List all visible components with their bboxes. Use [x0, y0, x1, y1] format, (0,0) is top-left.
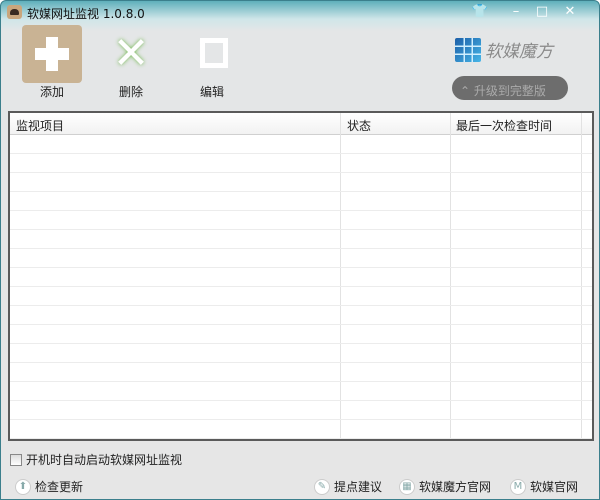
table-row	[10, 287, 592, 306]
feedback-link[interactable]: ✎ 提点建议	[314, 478, 382, 495]
cube-logo-icon	[455, 37, 481, 62]
table-row	[10, 420, 592, 439]
brand-logo[interactable]: 软媒魔方	[455, 37, 553, 62]
table-row	[10, 135, 592, 154]
minimize-button[interactable]: –	[505, 3, 527, 21]
chevron-up-icon: ⌃	[460, 84, 471, 98]
table-row	[10, 173, 592, 192]
pen-icon: ✎	[314, 478, 330, 495]
checkbox-box[interactable]	[10, 453, 22, 466]
mofang-site-link[interactable]: ▦ 软媒魔方官网	[399, 478, 491, 495]
edit-icon	[182, 25, 242, 83]
grid-icon: ▦	[399, 478, 415, 495]
plus-icon	[22, 25, 82, 83]
ruanmei-site-link[interactable]: M 软媒官网	[510, 478, 578, 495]
column-header-last-check[interactable]: 最后一次检查时间	[456, 117, 552, 134]
close-button[interactable]: ✕	[559, 3, 581, 21]
table-row	[10, 211, 592, 230]
table-row	[10, 344, 592, 363]
app-window: 软媒网址监视 1.0.8.0 👕 – □ ✕ 添加 ✕ 删除 编辑 软媒魔方 ⌃…	[0, 0, 600, 500]
upgrade-button[interactable]: ⌃ 升级到完整版	[452, 76, 568, 100]
add-button[interactable]: 添加	[19, 25, 85, 103]
table-row	[10, 325, 592, 344]
table-row	[10, 363, 592, 382]
table-row	[10, 230, 592, 249]
delete-x-icon: ✕	[112, 28, 150, 79]
ruanmei-m-icon: M	[510, 478, 526, 495]
check-update-link[interactable]: ⬆ 检查更新	[15, 478, 83, 495]
column-header-item[interactable]: 监视项目	[16, 117, 64, 134]
delete-button[interactable]: ✕ 删除	[98, 25, 164, 103]
column-header-status[interactable]: 状态	[347, 117, 371, 134]
arrow-up-icon: ⬆	[15, 478, 31, 495]
table-header: 监视项目 状态 最后一次检查时间	[10, 113, 592, 135]
table-row	[10, 154, 592, 173]
autostart-checkbox[interactable]: 开机时自动启动软媒网址监视	[10, 451, 182, 468]
monitor-table[interactable]: 监视项目 状态 最后一次检查时间	[8, 111, 594, 441]
window-title: 软媒网址监视 1.0.8.0	[27, 7, 145, 21]
table-row	[10, 401, 592, 420]
table-row	[10, 192, 592, 211]
maximize-button[interactable]: □	[531, 3, 553, 21]
table-row	[10, 382, 592, 401]
app-icon	[7, 5, 22, 19]
table-row	[10, 268, 592, 287]
table-row	[10, 306, 592, 325]
skin-icon[interactable]: 👕	[469, 3, 491, 21]
table-row	[10, 249, 592, 268]
edit-button[interactable]: 编辑	[179, 25, 245, 103]
